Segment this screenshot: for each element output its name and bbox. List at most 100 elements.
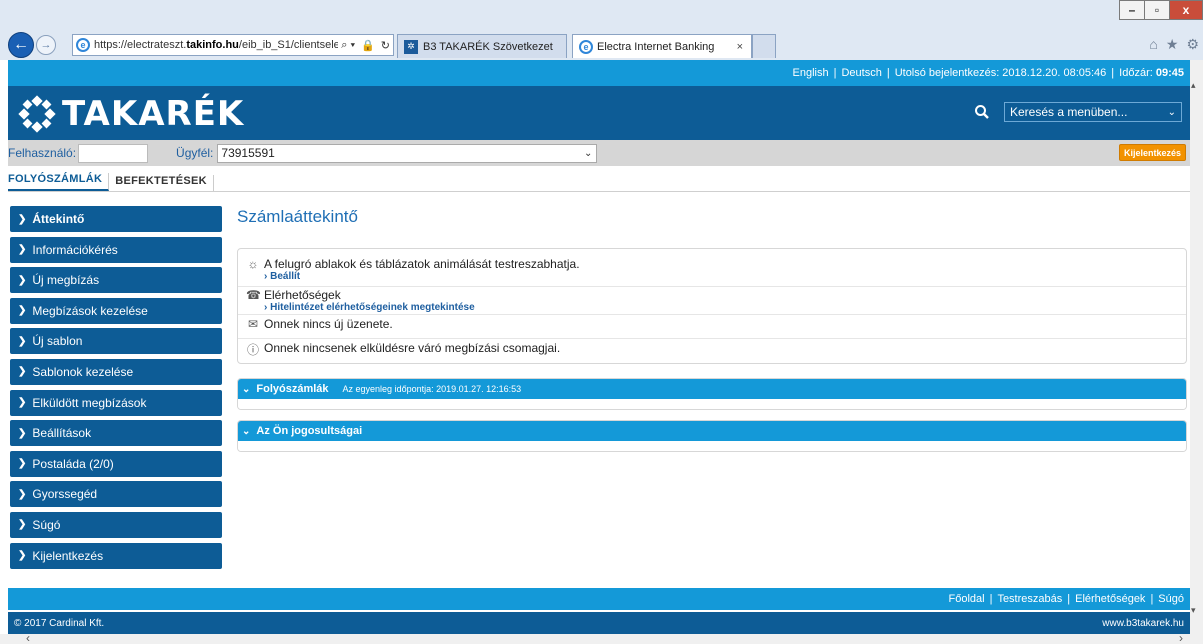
accounts-panel-body	[238, 399, 1186, 409]
sidebar-item-attekinto[interactable]: ❯ Áttekintő	[10, 206, 222, 232]
site-link[interactable]: www.b3takarek.hu	[1102, 618, 1184, 629]
refresh-icon[interactable]: ↻	[378, 39, 393, 52]
chevron-down-icon: ⌄	[1167, 106, 1176, 118]
site-header: TAKARÉK Keresés a menüben... ⌄	[8, 86, 1190, 140]
scroll-up-icon[interactable]: ▴	[1191, 80, 1196, 91]
sidebar-item-gyorssegedd[interactable]: ❯ Gyorssegéd	[10, 481, 222, 508]
phone-icon: ☎	[246, 288, 261, 302]
sidebar-item-label: Súgó	[32, 517, 61, 532]
search-icon[interactable]: ⌕ ▾	[338, 39, 358, 52]
horizontal-scrollbar[interactable]: ‹ ›	[0, 631, 1203, 644]
sidebar-item-informaciokeres[interactable]: ❯ Információkérés	[10, 236, 222, 263]
chevron-down-icon: ⌄	[242, 425, 251, 437]
info-row-messages: ✉ Onnek nincs új üzenete.	[238, 317, 1186, 339]
home-icon[interactable]: ⌂	[1149, 36, 1157, 53]
chevron-right-icon: ❯	[18, 550, 27, 562]
sidebar-item-label: Megbízások kezelése	[32, 303, 148, 318]
sidebar-item-postalada[interactable]: ❯ Postaláda (2/0)	[10, 450, 222, 477]
last-login: Utolsó bejelentkezés: 2018.12.20. 08:05:…	[894, 67, 1107, 79]
scroll-left-icon[interactable]: ‹	[26, 631, 30, 644]
lang-deutsch-link[interactable]: Deutsch	[841, 67, 881, 79]
sidebar-item-label: Kijelentkezés	[32, 548, 104, 563]
maximize-button[interactable]: ▫	[1144, 0, 1170, 20]
back-button[interactable]: ←	[8, 32, 34, 58]
menu-search-select[interactable]: Keresés a menüben... ⌄	[1004, 102, 1182, 122]
minimize-button[interactable]: –	[1119, 0, 1145, 20]
separator: |	[1150, 593, 1154, 605]
sidebar-item-sablonok-kezelese[interactable]: ❯ Sablonok kezelése	[10, 358, 222, 385]
tab-folyoszamlak[interactable]: FOLYÓSZÁMLÁK	[8, 173, 110, 191]
tab-close-icon[interactable]: ×	[737, 41, 743, 53]
client-select[interactable]: 73915591 ⌄	[217, 143, 598, 163]
sidebar-item-megbizasok-kezelese[interactable]: ❯ Megbízások kezelése	[10, 297, 222, 324]
tab-electra[interactable]: e Electra Internet Banking ×	[572, 34, 752, 58]
module-tabs: FOLYÓSZÁMLÁK BEFEKTETÉSEK	[8, 170, 1190, 192]
accounts-panel: ⌄ Folyószámlák Az egyenleg időpontja: 20…	[237, 378, 1187, 410]
user-field[interactable]	[78, 143, 149, 163]
chevron-right-icon: ❯	[18, 397, 27, 409]
rights-panel-header[interactable]: ⌄ Az Ön jogosultságai	[238, 421, 1186, 441]
sidebar-item-uj-sablon[interactable]: ❯ Új sablon	[10, 328, 222, 355]
sidebar-item-label: Áttekintő	[32, 212, 85, 226]
sidebar-item-elkuldott-megbizasok[interactable]: ❯ Elküldött megbízások	[10, 389, 222, 416]
sidebar-item-beallitasok[interactable]: ❯ Beállítások	[10, 420, 222, 447]
info-packages-text: Onnek nincsenek elküldésre váró megbízás…	[264, 341, 561, 355]
takarek-logo[interactable]: TAKARÉK	[18, 94, 244, 134]
page-title: Számlaáttekintő	[237, 207, 358, 226]
sidebar-item-label: Beállítások	[32, 426, 92, 441]
sidebar-item-sugo[interactable]: ❯ Súgó	[10, 511, 222, 538]
separator: |	[1111, 67, 1115, 79]
rights-panel: ⌄ Az Ön jogosultságai	[237, 420, 1187, 452]
gear-icon[interactable]: ⚙	[1186, 36, 1199, 53]
sidebar-item-label: Gyorssegéd	[32, 487, 98, 502]
lock-icon[interactable]: 🔒	[358, 39, 378, 52]
settings-link[interactable]: › Beállít	[264, 271, 580, 282]
sidebar-item-label: Sablonok kezelése	[32, 364, 134, 379]
session-timer-value: 09:45	[1155, 67, 1184, 79]
footer-link-home[interactable]: Főoldal	[949, 593, 985, 605]
sidebar-item-label: Postaláda (2/0)	[32, 456, 114, 471]
chevron-right-icon: ❯	[18, 213, 27, 225]
copyright: © 2017 Cardinal Kft.	[14, 617, 105, 629]
tab-label: B3 TAKARÉK Szövetkezet	[423, 40, 553, 53]
chevron-right-icon: ❯	[18, 458, 27, 470]
tab-befektetesek[interactable]: BEFEKTETÉSEK	[109, 175, 214, 191]
info-row-packages: ⓘ Onnek nincsenek elküldésre váró megbíz…	[238, 341, 1186, 363]
contacts-link[interactable]: › Hitelintézet elérhetőségeinek megtekin…	[264, 302, 475, 313]
ie-icon: e	[579, 39, 593, 54]
lightbulb-icon: ☼	[247, 257, 259, 271]
vertical-scrollbar[interactable]: ▴ ▾	[1190, 60, 1203, 634]
accounts-panel-header[interactable]: ⌄ Folyószámlák Az egyenleg időpontja: 20…	[238, 379, 1186, 399]
browser-chrome: – ▫ x ← → e https://electrateszt.takinfo…	[0, 0, 1203, 60]
nav-buttons: ← →	[8, 32, 56, 58]
arrow-left-icon: ←	[13, 36, 29, 53]
scroll-down-icon[interactable]: ▾	[1191, 605, 1196, 616]
b3-favicon-icon: ✲	[404, 39, 418, 54]
client-select-value: 73915591	[221, 146, 275, 160]
sidebar-item-kijelentkezes[interactable]: ❯ Kijelentkezés	[10, 542, 222, 569]
chevron-down-icon: ⌄	[242, 383, 251, 395]
client-label: Ügyfél:	[176, 146, 214, 160]
separator: |	[886, 67, 890, 79]
footer-link-contacts[interactable]: Elérhetőségek	[1075, 593, 1145, 605]
star-icon[interactable]: ★	[1166, 36, 1179, 53]
new-tab-button[interactable]	[752, 34, 776, 58]
arrow-right-icon: →	[40, 39, 52, 51]
logout-button[interactable]: Kijelentkezés	[1118, 144, 1186, 161]
info-animation-text: A felugró ablakok és táblázatok animálás…	[264, 257, 580, 271]
sidebar-item-uj-megbizas[interactable]: ❯ Új megbízás	[10, 267, 222, 294]
address-bar[interactable]: e https://electrateszt.takinfo.hu/eib_ib…	[72, 34, 394, 56]
forward-button[interactable]: →	[36, 35, 56, 55]
footer-link-help[interactable]: Súgó	[1158, 593, 1184, 605]
lang-english-link[interactable]: English	[793, 67, 829, 79]
user-bar: Felhasználó: Ügyfél: 73915591 ⌄ Kijelent…	[8, 140, 1190, 166]
search-icon[interactable]	[974, 104, 990, 120]
close-window-button[interactable]: x	[1169, 0, 1203, 20]
browser-toolbar-icons: ⌂ ★ ⚙	[1149, 36, 1199, 53]
footer-link-customize[interactable]: Testreszabás	[997, 593, 1062, 605]
info-contacts-text: Elérhetőségek	[264, 288, 341, 302]
separator: |	[833, 67, 837, 79]
sidebar-item-label: Információkérés	[32, 242, 118, 257]
tab-b3-takarek[interactable]: ✲ B3 TAKARÉK Szövetkezet	[397, 34, 567, 58]
scroll-right-icon[interactable]: ›	[1179, 631, 1183, 644]
